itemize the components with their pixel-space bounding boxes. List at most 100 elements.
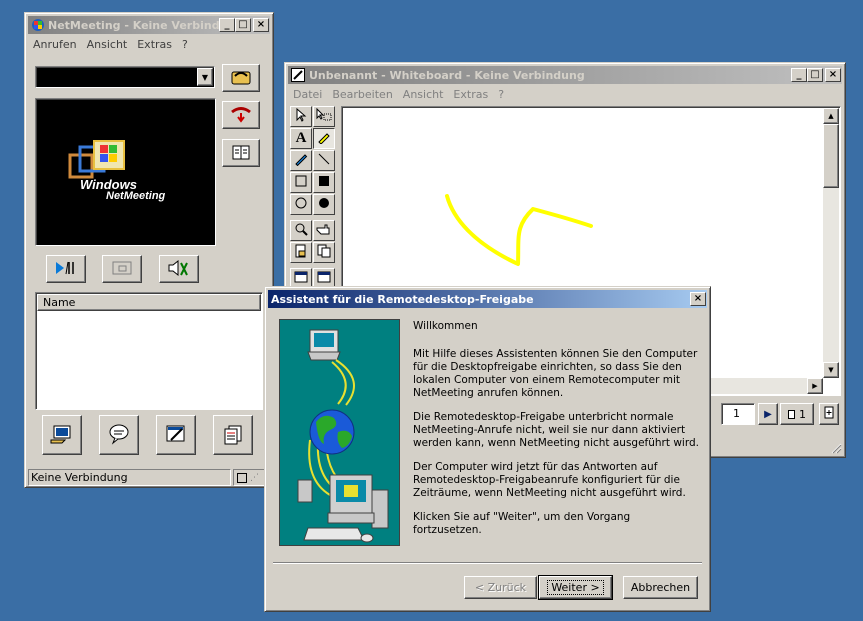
highlighter-tool[interactable]	[313, 128, 335, 149]
menu-bearbeiten[interactable]: Bearbeiten	[327, 88, 397, 101]
menu-ansicht[interactable]: Ansicht	[82, 38, 133, 51]
phone-book-icon	[230, 68, 252, 89]
list-header-name[interactable]: Name	[37, 294, 261, 311]
netmeeting-logo: Windows NetMeeting	[66, 137, 196, 207]
hang-up-button[interactable]	[222, 101, 260, 129]
participant-list[interactable]: Name	[35, 292, 263, 410]
hang-up-icon	[230, 105, 252, 126]
address-book-icon	[230, 143, 252, 164]
chat-button[interactable]	[99, 415, 139, 455]
menu-ansicht[interactable]: Ansicht	[398, 88, 449, 101]
file-transfer-button[interactable]	[213, 415, 253, 455]
page-icon	[788, 409, 795, 419]
resize-grip-icon[interactable]	[830, 442, 842, 454]
share-program-icon	[50, 423, 74, 448]
filled-rectangle-tool[interactable]	[313, 172, 335, 193]
text-tool[interactable]: A	[290, 128, 312, 149]
status-bar: Keine Verbindung	[28, 469, 231, 486]
menu-datei[interactable]: Datei	[288, 88, 327, 101]
ellipse-outline-icon	[294, 196, 308, 213]
play-pause-button[interactable]	[46, 255, 86, 283]
menu-extras[interactable]: Extras	[132, 38, 177, 51]
minimize-button[interactable]: _	[791, 68, 807, 82]
vertical-scrollbar[interactable]: ▲ ▼	[823, 108, 839, 378]
cancel-button[interactable]: Abbrechen	[623, 576, 698, 599]
yellow-freehand-stroke	[445, 194, 593, 266]
magnifier-icon	[294, 222, 308, 239]
page-number-value: 1	[733, 407, 740, 420]
wizard-paragraph-4: Klicken Sie auf "Weiter", um den Vorgang…	[413, 511, 631, 536]
ellipse-filled-icon	[317, 196, 331, 213]
share-program-button[interactable]	[42, 415, 82, 455]
call-button[interactable]	[222, 64, 260, 92]
maximize-button[interactable]: □	[235, 18, 251, 32]
next-button[interactable]: Weiter >	[538, 575, 613, 600]
whiteboard-app-icon	[291, 68, 305, 82]
text-a-icon: A	[295, 130, 307, 146]
area-capture-icon	[317, 271, 331, 286]
video-panel: Windows NetMeeting	[35, 98, 216, 246]
insert-page-button[interactable]	[819, 403, 839, 425]
filled-ellipse-tool[interactable]	[313, 194, 335, 215]
synchronize-tool[interactable]	[313, 242, 335, 263]
back-button-label: < Zurück	[474, 581, 527, 594]
line-tool[interactable]	[313, 150, 335, 171]
whiteboard-titlebar[interactable]: Unbenannt - Whiteboard - Keine Verbindun…	[288, 66, 842, 84]
connection-status-icon	[237, 472, 247, 483]
lock-contents-tool[interactable]	[290, 242, 312, 263]
page-count-button[interactable]: 1	[780, 403, 814, 425]
lock-page-icon	[294, 244, 308, 261]
netmeeting-titlebar[interactable]: NetMeeting - Keine Verbindu... _ □ ×	[28, 16, 270, 34]
wizard-separator	[273, 562, 702, 564]
wizard-dialog[interactable]: Assistent für die Remotedesktop-Freigabe…	[264, 286, 711, 612]
minimize-button[interactable]: _	[219, 18, 235, 32]
close-button[interactable]: ×	[253, 18, 269, 32]
select-area-tool[interactable]	[313, 106, 335, 127]
close-button[interactable]: ×	[825, 68, 841, 82]
wizard-titlebar[interactable]: Assistent für die Remotedesktop-Freigabe…	[268, 290, 707, 308]
wizard-illustration	[279, 319, 400, 546]
audio-volume-icon	[167, 259, 191, 280]
select-arrow-tool[interactable]	[290, 106, 312, 127]
resize-grip-icon[interactable]: ⋰	[250, 473, 259, 483]
audio-button[interactable]	[159, 255, 199, 283]
maximize-button[interactable]: □	[807, 68, 823, 82]
rectangle-filled-icon	[317, 174, 331, 191]
pointing-hand-icon	[316, 222, 332, 239]
wizard-paragraph-3: Der Computer wird jetzt für das Antworte…	[413, 461, 686, 499]
netmeeting-menubar: Anrufen Ansicht Extras ?	[28, 35, 270, 53]
insert-page-icon	[823, 406, 835, 423]
chevron-down-icon[interactable]: ▼	[197, 68, 213, 86]
page-number-field[interactable]: 1	[721, 403, 755, 425]
back-button[interactable]: < Zurück	[464, 576, 537, 599]
close-button[interactable]: ×	[690, 292, 706, 306]
scroll-down-button[interactable]: ▼	[823, 362, 839, 378]
next-page-button[interactable]: ▶	[758, 403, 778, 425]
menu-help[interactable]: ?	[493, 88, 509, 101]
scroll-right-button[interactable]: ▶	[807, 378, 823, 394]
vertical-scroll-thumb[interactable]	[823, 124, 839, 188]
pen-tool[interactable]	[290, 150, 312, 171]
window-capture-icon	[294, 271, 308, 286]
rectangle-tool[interactable]	[290, 172, 312, 193]
menu-anrufen[interactable]: Anrufen	[28, 38, 82, 51]
whiteboard-icon	[164, 423, 188, 448]
netmeeting-window[interactable]: NetMeeting - Keine Verbindu... _ □ × Anr…	[24, 12, 274, 488]
menu-help[interactable]: ?	[177, 38, 193, 51]
zoom-tool[interactable]	[290, 220, 312, 241]
wizard-content: Willkommen Mit Hilfe dieses Assistenten …	[413, 320, 701, 548]
remote-pointer-tool[interactable]	[313, 220, 335, 241]
whiteboard-menubar: Datei Bearbeiten Ansicht Extras ?	[288, 85, 842, 103]
address-combobox[interactable]: ▼	[35, 66, 215, 88]
picture-in-picture-button[interactable]	[102, 255, 142, 283]
directory-button[interactable]	[222, 139, 260, 167]
whiteboard-button[interactable]	[156, 415, 196, 455]
pen-icon	[294, 152, 308, 169]
arrow-cursor-icon	[295, 107, 307, 125]
menu-extras[interactable]: Extras	[448, 88, 493, 101]
status-text: Keine Verbindung	[31, 471, 128, 484]
ellipse-tool[interactable]	[290, 194, 312, 215]
sync-pages-icon	[317, 244, 331, 261]
page-count: 1	[799, 407, 806, 421]
scroll-up-button[interactable]: ▲	[823, 108, 839, 124]
